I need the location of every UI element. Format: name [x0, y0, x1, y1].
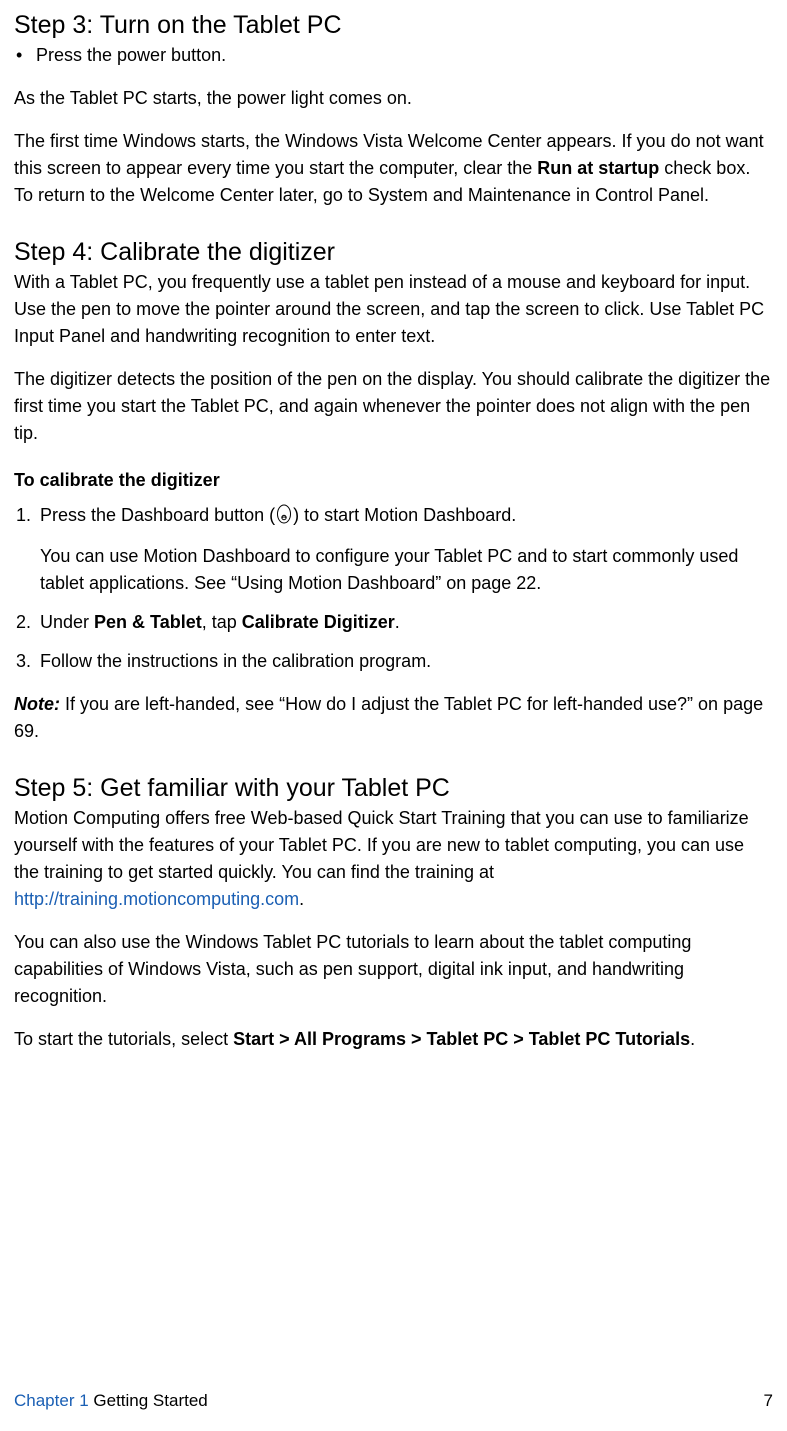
sep: >: [508, 1029, 529, 1049]
step4-list-item-2: Under Pen & Tablet, tap Calibrate Digiti…: [36, 609, 773, 636]
step4-list-item-1: Press the Dashboard button ( ) to start …: [36, 502, 773, 597]
step3-paragraph-1: As the Tablet PC starts, the power light…: [14, 85, 773, 112]
page-number: 7: [764, 1388, 773, 1414]
step4-paragraph-2: The digitizer detects the position of th…: [14, 366, 773, 447]
sep: >: [274, 1029, 294, 1049]
training-link[interactable]: http://training.motioncomputing.com: [14, 889, 299, 909]
chapter-title: Getting Started: [89, 1391, 208, 1410]
dashboard-button-icon: [276, 504, 292, 524]
step4-list-item-3: Follow the instructions in the calibrati…: [36, 648, 773, 675]
bold-tablet-pc: Tablet PC: [427, 1029, 509, 1049]
text-run: To start the tutorials, select: [14, 1029, 233, 1049]
bold-all-programs: All Programs: [294, 1029, 406, 1049]
bold-calibrate-digitizer: Calibrate Digitizer: [242, 612, 395, 632]
bold-run-at-startup: Run at startup: [537, 158, 659, 178]
text-run: Under: [40, 612, 94, 632]
step5-paragraph-3: To start the tutorials, select Start > A…: [14, 1026, 773, 1053]
bold-tablet-pc-tutorials: Tablet PC Tutorials: [529, 1029, 690, 1049]
note-text: If you are left-handed, see “How do I ad…: [14, 694, 763, 741]
text-run: .: [395, 612, 400, 632]
step3-heading: Step 3: Turn on the Tablet PC: [14, 10, 773, 40]
step3-bullets: Press the power button.: [14, 42, 773, 69]
bold-start: Start: [233, 1029, 274, 1049]
note-label: Note:: [14, 694, 60, 714]
step5-paragraph-2: You can also use the Windows Tablet PC t…: [14, 929, 773, 1010]
step4-list: Press the Dashboard button ( ) to start …: [14, 502, 773, 675]
step5-paragraph-1: Motion Computing offers free Web-based Q…: [14, 805, 773, 913]
step4-note: Note: If you are left-handed, see “How d…: [14, 691, 773, 745]
step5-heading: Step 5: Get familiar with your Tablet PC: [14, 773, 773, 803]
sep: >: [406, 1029, 427, 1049]
text-run: .: [299, 889, 304, 909]
text-run: Press the Dashboard button (: [40, 505, 275, 525]
text-run: Motion Computing offers free Web-based Q…: [14, 808, 749, 882]
text-run: .: [690, 1029, 695, 1049]
bold-pen-and-tablet: Pen & Tablet: [94, 612, 202, 632]
chapter-label: Chapter 1: [14, 1391, 89, 1410]
text-run: , tap: [202, 612, 242, 632]
step5-section: Step 5: Get familiar with your Tablet PC…: [14, 773, 773, 1053]
page-footer: Chapter 1 Getting Started 7: [14, 1388, 773, 1414]
step3-bullet-item: Press the power button.: [14, 42, 773, 69]
step4-paragraph-1: With a Tablet PC, you frequently use a t…: [14, 269, 773, 350]
step4-list-item-1-detail: You can use Motion Dashboard to configur…: [40, 543, 773, 597]
step4-heading: Step 4: Calibrate the digitizer: [14, 237, 773, 267]
text-run: ) to start Motion Dashboard.: [293, 505, 516, 525]
step4-subheading: To calibrate the digitizer: [14, 467, 773, 494]
step3-paragraph-2: The first time Windows starts, the Windo…: [14, 128, 773, 209]
footer-left: Chapter 1 Getting Started: [14, 1388, 208, 1414]
step4-section: Step 4: Calibrate the digitizer With a T…: [14, 237, 773, 745]
